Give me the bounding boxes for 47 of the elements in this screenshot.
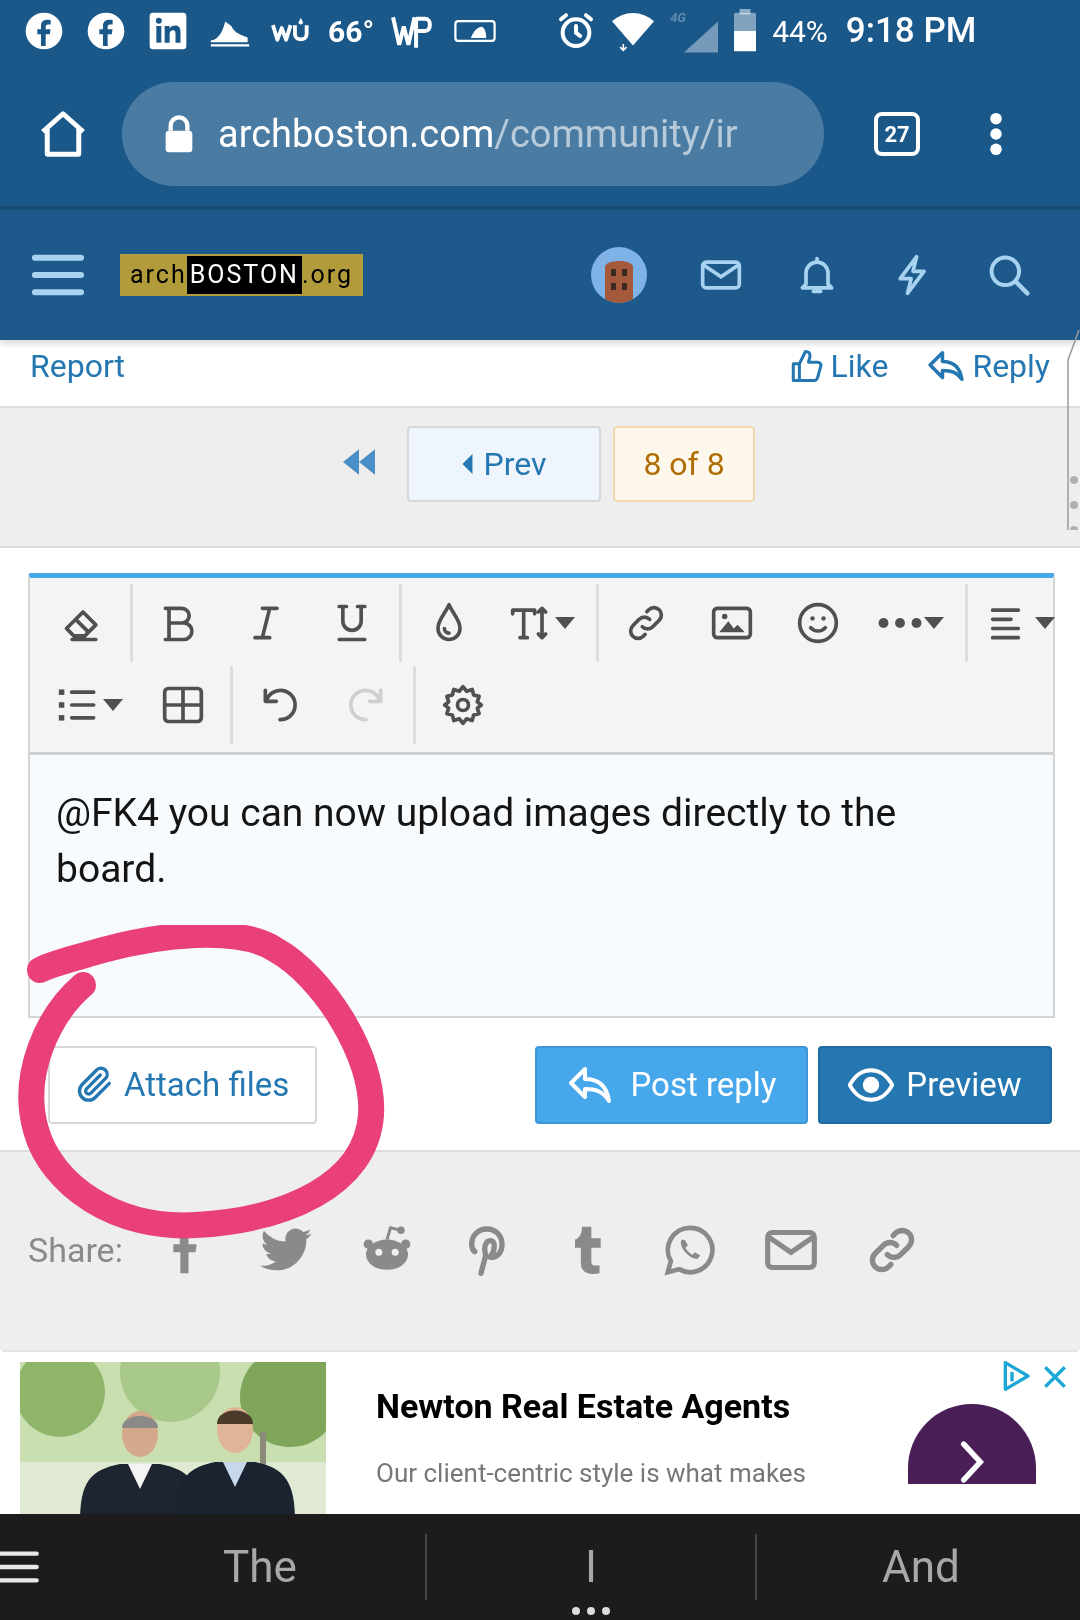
address-bar[interactable]: archboston.com/community/ir [122,82,824,186]
eye-icon [848,1068,895,1102]
thumbs-up-icon [790,350,823,382]
attach-files-button[interactable]: Attach files [48,1046,318,1124]
network-type: 4G [670,9,686,27]
scroll-handle-drawing[interactable] [1066,330,1080,530]
ellipsis-icon [878,617,922,629]
caret-down-icon [1035,617,1055,629]
battery-percentage: 44% [772,12,828,51]
suggestion-word[interactable]: The [223,1534,297,1600]
signal-icon [682,20,721,54]
preview-button[interactable]: Preview [818,1046,1052,1124]
menu-icon[interactable] [0,1550,40,1584]
report-link[interactable]: Report [30,342,125,390]
suggestion-word[interactable]: And [882,1534,960,1600]
linkedin-icon [148,11,188,51]
chevron-right-icon [958,1440,986,1484]
like-link[interactable]: Like [790,342,889,390]
prev-page-button[interactable]: Prev [407,426,601,502]
reply-arrow-icon [928,351,965,381]
suggestion-word[interactable]: I [585,1534,597,1600]
caret-left-icon [461,454,474,474]
message-text[interactable]: @FK4 you can now upload images directly to the board. [30,755,1053,1016]
temperature: 66° [328,12,375,51]
share-label: Share: [28,1228,123,1272]
reply-link[interactable]: Reply [928,342,1050,390]
more-options-icon[interactable] [988,111,1004,157]
clock: 9:18 PM [845,8,977,53]
tab-count-button[interactable]: 27 [874,112,920,156]
search-icon[interactable] [987,253,1032,297]
facebook-icon [24,11,64,51]
more-suggestions-icon[interactable] [571,1606,611,1616]
caret-down-icon [924,617,944,629]
wifi-icon [610,10,657,52]
battery-icon [732,9,759,53]
url-text: archboston.com/community/ir [218,110,738,158]
post-reply-button[interactable]: Post reply [535,1046,808,1124]
current-page-indicator: 8 of 8 [613,426,755,502]
gear-icon [441,683,485,727]
caret-down-icon [103,699,123,711]
smiley-icon [796,601,840,645]
close-icon[interactable] [1042,1364,1068,1390]
ad-description: Our client-centric style is what makes [376,1457,808,1490]
ad-title[interactable]: Newton Real Estate Agents [376,1386,856,1426]
facebook-icon [86,11,126,51]
site-logo[interactable]: arch BOSTON.org [120,254,364,296]
caret-down-icon [555,617,575,629]
